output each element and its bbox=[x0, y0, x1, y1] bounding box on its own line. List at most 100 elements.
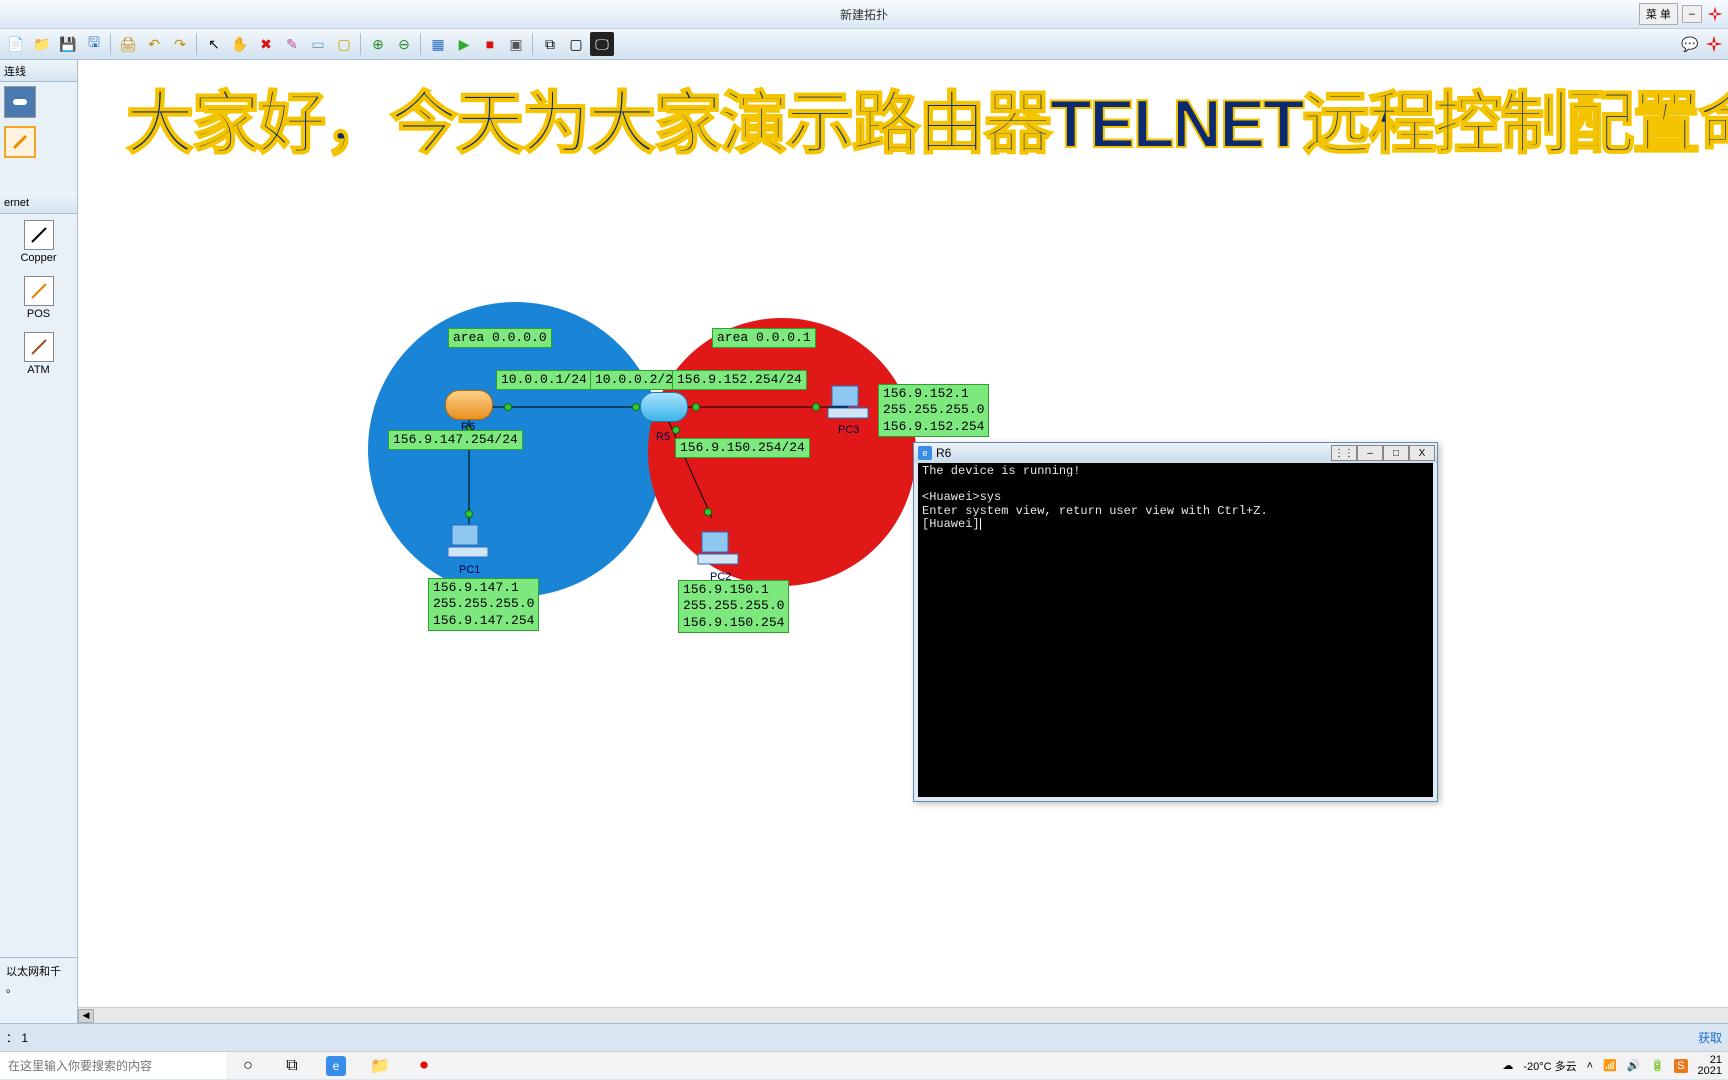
pc3-label: PC3 bbox=[838, 424, 859, 436]
grid-icon[interactable]: ▢ bbox=[564, 32, 588, 56]
pc1[interactable] bbox=[446, 523, 490, 561]
undo-icon[interactable]: ↶ bbox=[142, 32, 166, 56]
pc2[interactable] bbox=[696, 530, 740, 568]
port-dot bbox=[672, 426, 680, 434]
zoomin-icon[interactable]: ⊕ bbox=[366, 32, 390, 56]
status-right[interactable]: 获取 bbox=[1698, 1029, 1722, 1046]
display-icon[interactable]: 🖵 bbox=[590, 32, 614, 56]
link-type-atm[interactable]: ATM bbox=[0, 326, 77, 382]
cli-terminal[interactable]: The device is running! <Huawei>sys Enter… bbox=[918, 463, 1433, 797]
tray-volume-icon[interactable]: 🔊 bbox=[1627, 1059, 1641, 1072]
titlebar: 新建拓扑 菜 单 – bbox=[0, 0, 1728, 28]
chat-icon[interactable]: 💬 bbox=[1678, 32, 1702, 56]
ip3-label: 156.9.152.254/24 bbox=[672, 370, 807, 390]
router-r5[interactable] bbox=[640, 392, 688, 422]
weather-icon[interactable]: ☁ bbox=[1502, 1059, 1513, 1072]
left-panel: 连线 ernet Copper POS ATM 以太网和千 。 bbox=[0, 60, 78, 1023]
ip5-label: 156.9.150.254/24 bbox=[675, 438, 810, 458]
port-dot bbox=[812, 403, 820, 411]
ensp-task-icon[interactable]: e bbox=[314, 1052, 358, 1080]
ethernet-header: ernet bbox=[0, 192, 77, 214]
link-type-copper[interactable]: Copper bbox=[0, 214, 77, 270]
tray-network-icon[interactable]: 📶 bbox=[1603, 1059, 1617, 1072]
port-dot bbox=[465, 510, 473, 518]
port-dot bbox=[692, 403, 700, 411]
port-dot bbox=[632, 403, 640, 411]
svg-text:e: e bbox=[922, 448, 927, 458]
align-icon[interactable]: ▦ bbox=[426, 32, 450, 56]
pc1-label: PC1 bbox=[459, 564, 480, 576]
cli-window[interactable]: e R6 ⋮⋮ – □ X The device is running! <Hu… bbox=[913, 442, 1438, 802]
taskbar-search[interactable] bbox=[0, 1052, 226, 1079]
port-dot bbox=[504, 403, 512, 411]
delete-icon[interactable]: ✖ bbox=[254, 32, 278, 56]
new-icon[interactable]: 📄 bbox=[4, 32, 28, 56]
huawei-logo2-icon bbox=[1704, 34, 1724, 54]
cli-output: The device is running! <Huawei>sys Enter… bbox=[922, 464, 1268, 531]
cli-cursor bbox=[980, 518, 981, 530]
router-r6[interactable] bbox=[445, 390, 493, 420]
capture-icon[interactable]: ▣ bbox=[504, 32, 528, 56]
statusbar: ： 1 获取 bbox=[0, 1023, 1728, 1051]
text-icon[interactable]: ▭ bbox=[306, 32, 330, 56]
saveall-icon[interactable]: 🖫 bbox=[82, 32, 106, 56]
cli-max-button[interactable]: □ bbox=[1383, 445, 1409, 461]
tray-chevron-icon[interactable]: ˄ bbox=[1587, 1060, 1593, 1072]
tray-ime-icon[interactable]: S bbox=[1674, 1059, 1687, 1073]
r5-label: R5 bbox=[656, 431, 670, 443]
huawei-logo-icon bbox=[1706, 5, 1724, 23]
pc3-info: 156.9.152.1 255.255.255.0 156.9.152.254 bbox=[878, 384, 989, 437]
cli-titlebar[interactable]: e R6 ⋮⋮ – □ X bbox=[914, 443, 1437, 463]
system-tray: ☁ -20°C 多云 ˄ 📶 🔊 🔋 S 21 2021 bbox=[1496, 1055, 1728, 1077]
cli-min-button[interactable]: – bbox=[1357, 445, 1383, 461]
left-panel-description: 以太网和千 。 bbox=[0, 957, 77, 1003]
area0-label: area 0.0.0.0 bbox=[448, 328, 552, 348]
record-task-icon[interactable]: ⏺ bbox=[402, 1052, 446, 1080]
explorer-task-icon[interactable]: 📁 bbox=[358, 1052, 402, 1080]
print-icon[interactable]: 🖨 bbox=[116, 32, 140, 56]
device-router-icon[interactable] bbox=[4, 86, 36, 118]
ip1-label: 10.0.0.1/24 bbox=[496, 370, 592, 390]
atm-label: ATM bbox=[27, 364, 49, 376]
main-area: 连线 ernet Copper POS ATM 以太网和千 。 bbox=[0, 60, 1728, 1023]
cli-options-button[interactable]: ⋮⋮ bbox=[1331, 445, 1357, 461]
taskview-icon[interactable]: ⧉ bbox=[270, 1052, 314, 1080]
edit-icon[interactable]: ✎ bbox=[280, 32, 304, 56]
link-type-pos[interactable]: POS bbox=[0, 270, 77, 326]
pointer-icon[interactable]: ↖ bbox=[202, 32, 226, 56]
ip4-label: 156.9.147.254/24 bbox=[388, 430, 523, 450]
windows-taskbar: ○ ⧉ e 📁 ⏺ ☁ -20°C 多云 ˄ 📶 🔊 🔋 S 21 2021 bbox=[0, 1051, 1728, 1079]
svg-text:e: e bbox=[333, 1059, 340, 1073]
cli-close-button[interactable]: X bbox=[1409, 445, 1435, 461]
pc3[interactable] bbox=[826, 384, 870, 422]
pc2-info: 156.9.150.1 255.255.255.0 156.9.150.254 bbox=[678, 580, 789, 633]
area1-label: area 0.0.0.1 bbox=[712, 328, 816, 348]
stop-icon[interactable]: ■ bbox=[478, 32, 502, 56]
device-link-icon[interactable] bbox=[4, 126, 36, 158]
palette-icon[interactable]: ▢ bbox=[332, 32, 356, 56]
menu-button[interactable]: 菜 单 bbox=[1639, 3, 1678, 25]
left-panel-header: 连线 bbox=[0, 60, 77, 82]
toolbar: 📄 📁 💾 🖫 🖨 ↶ ↷ ↖ ✋ ✖ ✎ ▭ ▢ ⊕ ⊖ ▦ ▶ ■ ▣ ⧉ … bbox=[0, 28, 1728, 60]
pos-label: POS bbox=[27, 308, 50, 320]
open-icon[interactable]: 📁 bbox=[30, 32, 54, 56]
cursor-icon bbox=[1069, 474, 1070, 488]
minimize-button[interactable]: – bbox=[1682, 5, 1702, 23]
save-icon[interactable]: 💾 bbox=[56, 32, 80, 56]
scroll-left-icon[interactable]: ◀ bbox=[78, 1009, 94, 1023]
port-dot bbox=[704, 508, 712, 516]
window-title: 新建拓扑 bbox=[840, 6, 888, 23]
links-layer bbox=[78, 60, 1728, 1007]
tray-time[interactable]: 21 bbox=[1710, 1055, 1722, 1066]
tray-battery-icon[interactable]: 🔋 bbox=[1650, 1059, 1664, 1072]
start-icon[interactable]: ▶ bbox=[452, 32, 476, 56]
zoomout-icon[interactable]: ⊖ bbox=[392, 32, 416, 56]
topology-canvas[interactable]: R6 R5 PC1 PC2 PC3 area 0.0.0.0 area 0.0.… bbox=[78, 60, 1728, 1007]
hand-icon[interactable]: ✋ bbox=[228, 32, 252, 56]
tray-date[interactable]: 2021 bbox=[1698, 1066, 1722, 1077]
redo-icon[interactable]: ↷ bbox=[168, 32, 192, 56]
cortana-icon[interactable]: ○ bbox=[226, 1052, 270, 1080]
weather-text[interactable]: -20°C 多云 bbox=[1523, 1058, 1576, 1074]
align2-icon[interactable]: ⧉ bbox=[538, 32, 562, 56]
canvas-scrollbar[interactable]: ◀ bbox=[78, 1007, 1728, 1023]
